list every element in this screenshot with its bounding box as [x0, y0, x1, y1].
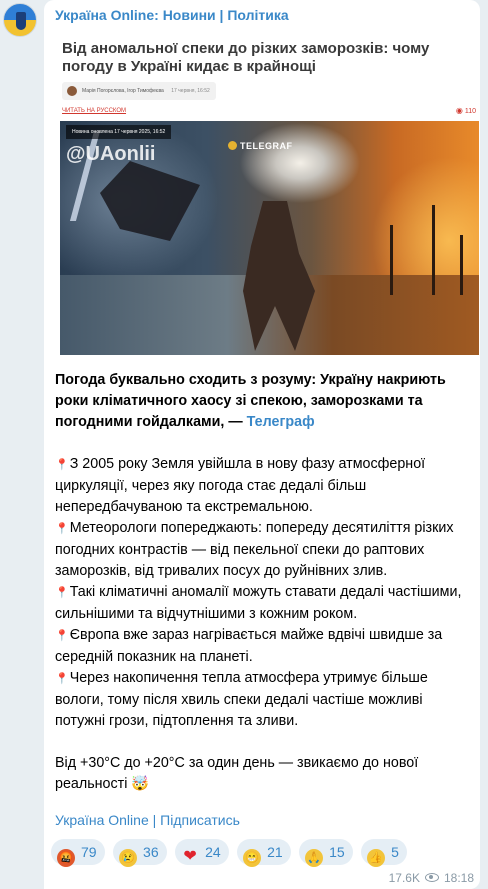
reaction-grinning[interactable]: 😁 21: [237, 839, 291, 867]
article-authors: Марія Погорєлова, Ігор Тимофеєва 17 черв…: [62, 82, 216, 100]
telegraf-logo-icon: [228, 141, 237, 150]
image-caption: Новина оновлена 17 червня 2025, 16:52: [66, 125, 172, 139]
reactions-bar: 🤬 79 😢 36 ❤ 24 😁 21 🙏 15 👍 5: [51, 839, 411, 867]
post-bullet: 📍З 2005 року Земля увійшла в нову фазу а…: [55, 456, 426, 515]
pin-icon: 📍: [55, 523, 69, 535]
telegraf-logo: TELEGRAF: [228, 141, 293, 151]
trident-icon: [16, 12, 26, 30]
eye-icon: ◉: [455, 106, 463, 115]
article-preview[interactable]: Від аномальної спеки до різких заморозкі…: [55, 28, 479, 358]
dead-tree: [390, 225, 393, 295]
post-bullet: 📍Через накопичення тепла атмосфера утрим…: [55, 670, 428, 729]
pin-icon: 📍: [55, 630, 69, 642]
article-views: ◉ 110: [455, 106, 476, 115]
channel-title[interactable]: Україна Online: Новини | Політика: [55, 7, 289, 23]
read-in-russian-link[interactable]: ЧИТАТЬ НА РУССКОМ: [62, 108, 126, 114]
reaction-heart[interactable]: ❤ 24: [175, 839, 229, 865]
heart-icon: ❤: [183, 848, 197, 865]
message-bubble: Україна Online: Новини | Політика Від ан…: [44, 0, 480, 889]
post-lead: Погода буквально сходить з розуму: Украї…: [55, 372, 446, 430]
reaction-angry[interactable]: 🤬 79: [51, 839, 105, 867]
pin-icon: 📍: [55, 673, 69, 685]
reaction-thumbs-up[interactable]: 👍 5: [361, 839, 407, 867]
eye-icon: [424, 873, 439, 882]
post-text: Погода буквально сходить з розуму: Украї…: [55, 370, 475, 795]
message-footer: 17.6K 18:18: [389, 871, 474, 885]
dead-tree: [432, 205, 435, 295]
angry-face-icon: 🤬: [57, 849, 75, 867]
channel-avatar[interactable]: [3, 3, 37, 37]
subscribe-link[interactable]: Україна Online | Підписатись: [55, 812, 240, 828]
praying-hands-icon: 🙏: [305, 849, 324, 867]
reaction-praying[interactable]: 🙏 15: [299, 839, 353, 867]
source-link[interactable]: Телеграф: [247, 414, 315, 430]
post-bullet: 📍Такі кліматичні аномалії можуть ставати…: [55, 584, 462, 622]
article-image[interactable]: Новина оновлена 17 червня 2025, 16:52 @U…: [60, 121, 479, 355]
view-count: 17.6K: [388, 871, 420, 885]
post-bullet: 📍Європа вже зараз нагрівається майже вдв…: [55, 627, 443, 665]
post-closing: Від +30°C до +20°C за один день — звикає…: [55, 755, 419, 792]
crying-face-icon: 😢: [119, 849, 138, 867]
message-time: 18:18: [443, 871, 474, 885]
post-bullet: 📍Метеорологи попереджають: попереду деся…: [55, 520, 454, 579]
article-date: 17 червня, 16:52: [171, 88, 210, 94]
reaction-crying[interactable]: 😢 36: [113, 839, 167, 867]
dead-tree: [460, 235, 463, 295]
grinning-face-icon: 😁: [243, 849, 262, 867]
pin-icon: 📍: [55, 587, 69, 599]
thumbs-up-icon: 👍: [367, 849, 386, 867]
image-watermark: @UAonlii: [66, 143, 156, 165]
article-title: Від аномальної спеки до різких заморозкі…: [62, 40, 430, 75]
author-avatar: [67, 86, 77, 96]
exploding-head-icon: 🤯: [131, 776, 150, 792]
author-names: Марія Погорєлова, Ігор Тимофеєва: [82, 88, 164, 94]
pin-icon: 📍: [55, 459, 69, 471]
